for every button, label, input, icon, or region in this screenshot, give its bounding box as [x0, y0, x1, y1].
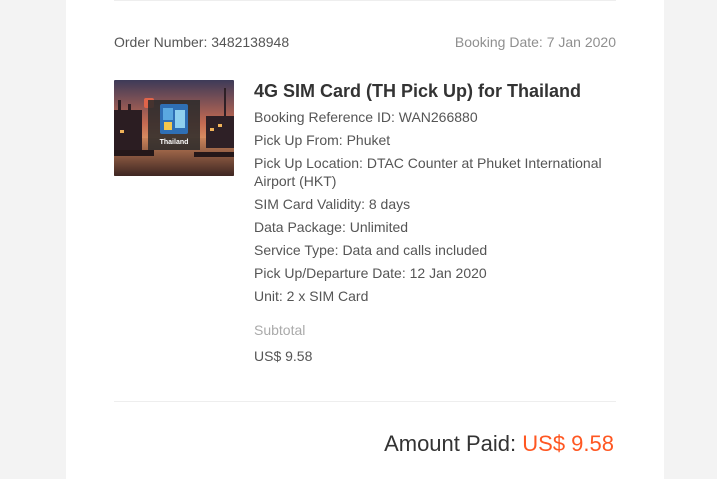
- thumbnail-caption: Thailand: [160, 139, 189, 146]
- booking-date: Booking Date: 7 Jan 2020: [454, 34, 616, 50]
- subtotal-label: Subtotal: [254, 322, 306, 338]
- amount-paid-label: Amount Paid:: [384, 431, 517, 456]
- data-package: Data Package: Unlimited: [254, 219, 409, 235]
- order-number: Order Number: 3482138948: [114, 34, 290, 50]
- service-type: Service Type: Data and calls included: [254, 242, 488, 258]
- product-details: 4G SIM Card (TH Pick Up) for Thailand Bo…: [254, 80, 617, 365]
- bottom-divider: [114, 401, 616, 402]
- pick-up-location: Pick Up Location: DTAC Counter at Phuket…: [254, 155, 602, 189]
- pick-up-from: Pick Up From: Phuket: [254, 132, 391, 148]
- amount-paid: Amount Paid: US$ 9.58: [384, 431, 614, 457]
- product-title[interactable]: 4G SIM Card (TH Pick Up) for Thailand: [254, 80, 617, 102]
- order-header: Order Number: 3482138948 Booking Date: 7…: [114, 33, 616, 51]
- pick-up-date: Pick Up/Departure Date: 12 Jan 2020: [254, 265, 487, 281]
- order-card: Order Number: 3482138948 Booking Date: 7…: [66, 0, 664, 479]
- top-divider: [114, 0, 616, 1]
- amount-paid-value: US$ 9.58: [522, 431, 614, 456]
- unit-quantity: Unit: 2 x SIM Card: [254, 288, 369, 304]
- sim-card-validity: SIM Card Validity: 8 days: [254, 196, 411, 212]
- subtotal-value: US$ 9.58: [254, 348, 313, 364]
- booking-reference: Booking Reference ID: WAN266880: [254, 109, 478, 125]
- product-thumbnail[interactable]: Thailand: [114, 80, 234, 176]
